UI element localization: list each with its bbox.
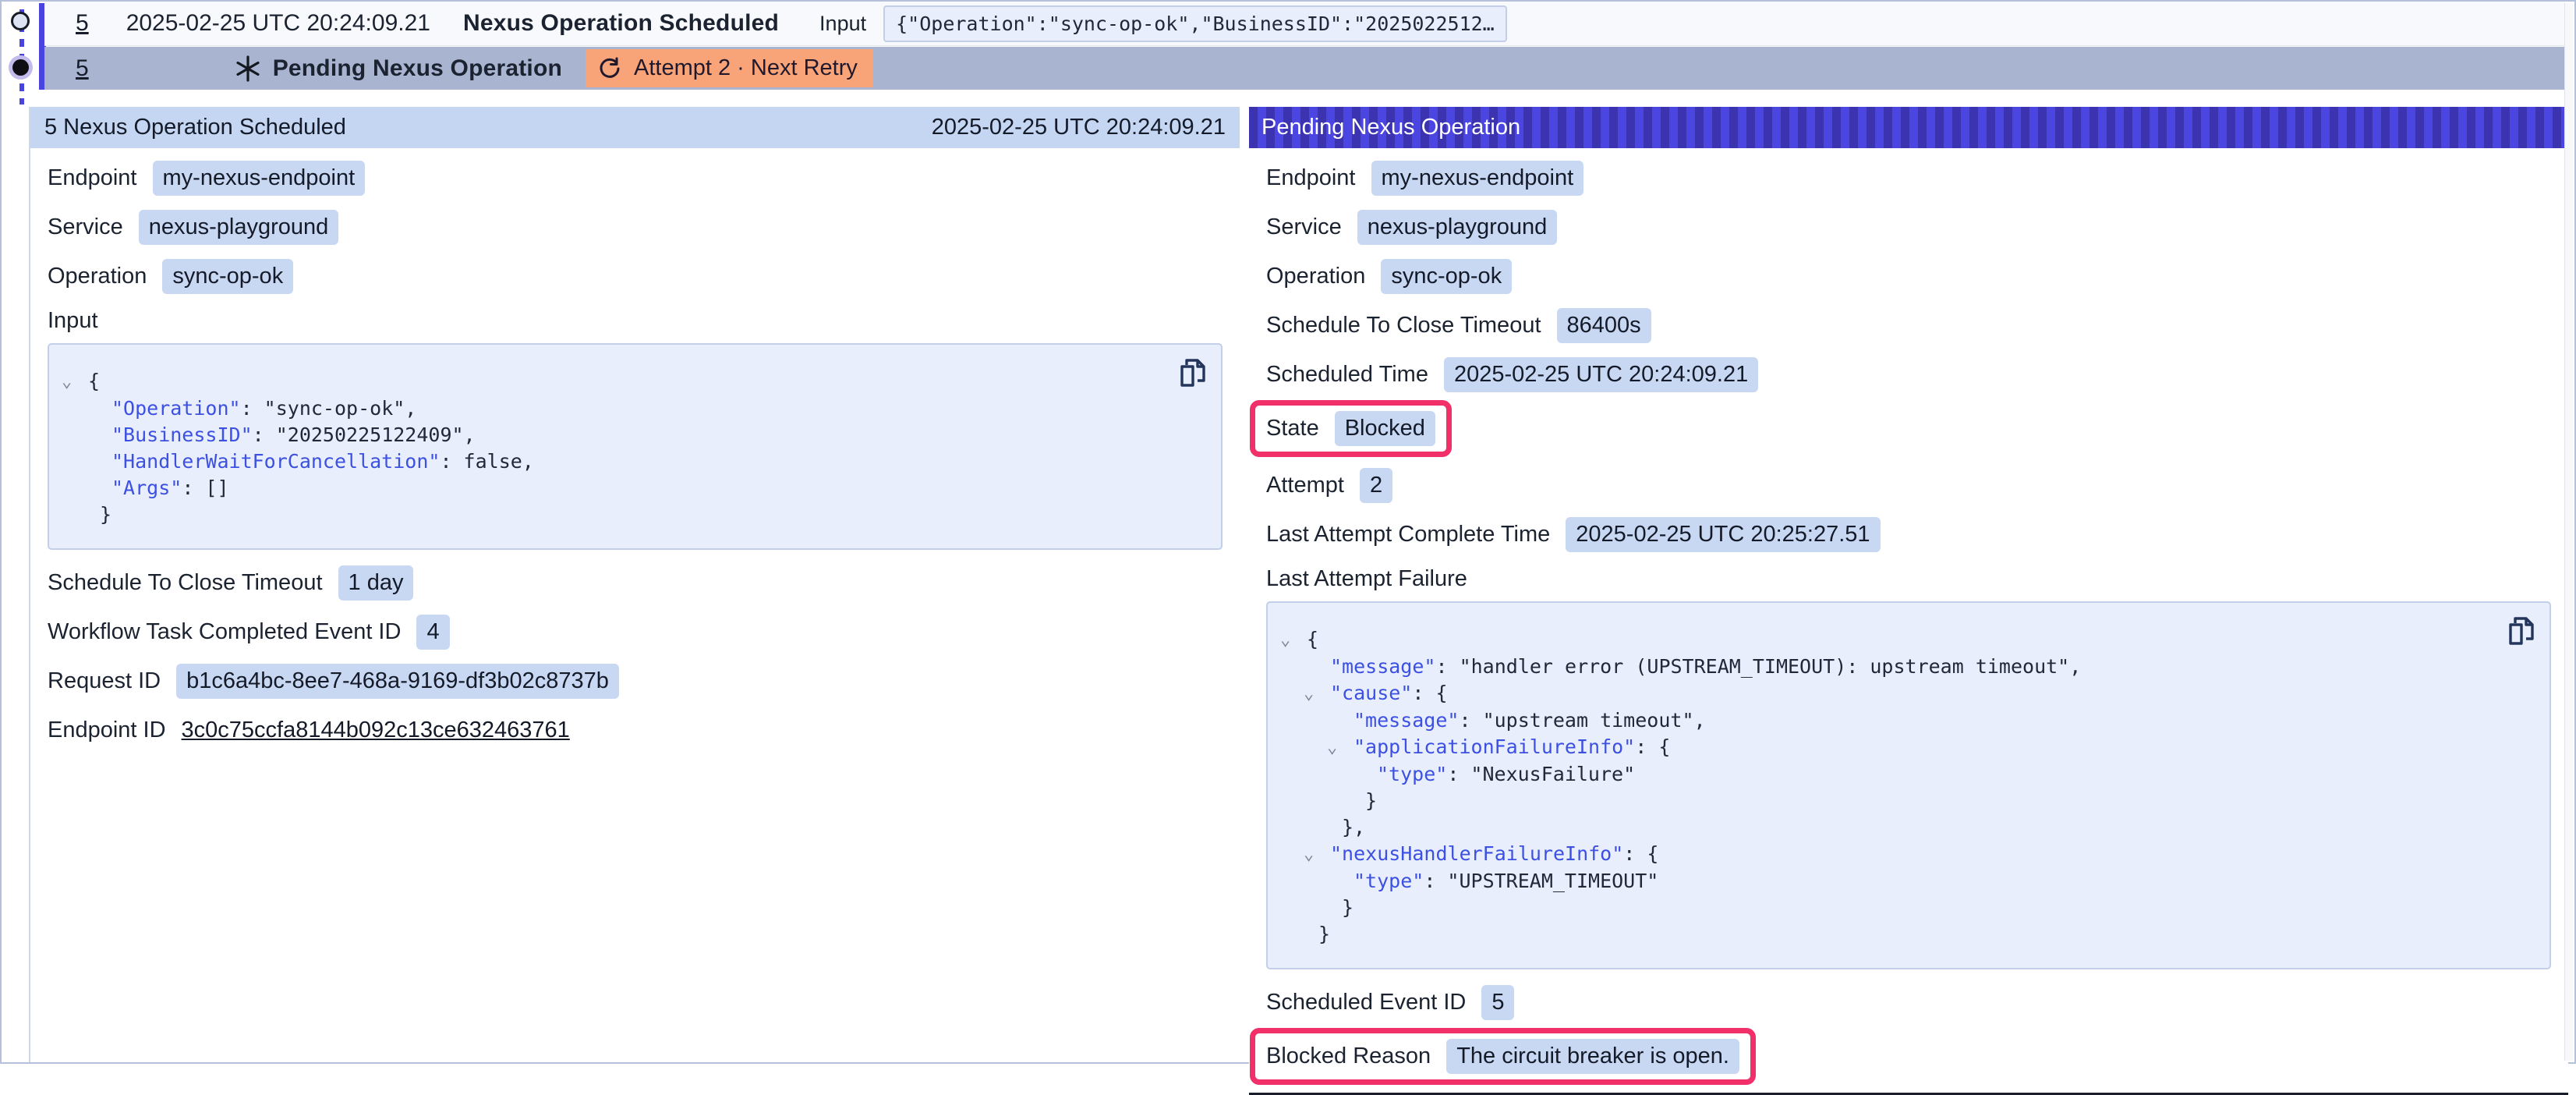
- scrollbar-track[interactable]: [2564, 3, 2573, 1061]
- field-service: Service nexus-playground: [48, 210, 1223, 245]
- field-value-chip: sync-op-ok: [162, 259, 293, 294]
- retry-status-badge: Attempt 2 · Next Retry: [586, 49, 873, 87]
- pending-operation-panel: Pending Nexus Operation Endpoint my-nexu…: [1249, 107, 2568, 1095]
- event-title: Pending Nexus Operation: [273, 55, 562, 82]
- event-row-scheduled[interactable]: 5 2025-02-25 UTC 20:24:09.21 Nexus Opera…: [44, 2, 2565, 46]
- field-label: Endpoint: [1266, 165, 1356, 191]
- field-label: Blocked Reason: [1266, 1044, 1431, 1069]
- copy-icon[interactable]: [2507, 615, 2535, 647]
- field-value-chip: nexus-playground: [1357, 210, 1558, 245]
- field-label: Scheduled Event ID: [1266, 990, 1466, 1015]
- input-json-viewer: ⌄{ "Operation": "sync-op-ok", "BusinessI…: [48, 343, 1223, 550]
- field-label: Service: [1266, 214, 1342, 240]
- field-state: State Blocked: [1266, 411, 1435, 446]
- retry-badge-label: Attempt 2 · Next Retry: [634, 55, 858, 81]
- field-operation: Operation sync-op-ok: [48, 259, 1223, 294]
- field-label: Attempt: [1266, 473, 1344, 498]
- timeline-gutter: [2, 2, 44, 111]
- scheduled-panel-title: 5 Nexus Operation Scheduled: [44, 115, 346, 140]
- field-endpoint: Endpoint my-nexus-endpoint: [48, 161, 1223, 196]
- field-label: Endpoint ID: [48, 718, 166, 743]
- field-label: Operation: [48, 264, 147, 289]
- state-annotation-highlight: State Blocked: [1250, 400, 1452, 457]
- chevron-down-icon[interactable]: ⌄: [1304, 684, 1314, 703]
- field-label: State: [1266, 416, 1319, 441]
- field-service: Service nexus-playground: [1266, 210, 2551, 245]
- chevron-down-icon[interactable]: ⌄: [1280, 630, 1290, 650]
- field-value-chip: sync-op-ok: [1381, 259, 1512, 294]
- nexus-asterisk-icon: [234, 55, 262, 83]
- field-request-id: Request ID b1c6a4bc-8ee7-468a-9169-df3b0…: [48, 664, 1223, 699]
- scheduled-event-panel: 5 Nexus Operation Scheduled 2025-02-25 U…: [29, 107, 1240, 1062]
- failure-json-viewer: ⌄{ "message": "handler error (UPSTREAM_T…: [1266, 601, 2551, 969]
- event-row-pending[interactable]: 5 Pending Nexus Operation Attempt 2 · Ne…: [44, 47, 2565, 90]
- retry-icon: [598, 57, 621, 80]
- scheduled-panel-header: 5 Nexus Operation Scheduled 2025-02-25 U…: [30, 107, 1240, 148]
- field-operation: Operation sync-op-ok: [1266, 259, 2551, 294]
- field-scheduled-event-id: Scheduled Event ID 5: [1266, 985, 2551, 1020]
- field-last-attempt-complete-time: Last Attempt Complete Time 2025-02-25 UT…: [1266, 517, 2551, 552]
- event-input-preview-chip: {"Operation":"sync-op-ok","BusinessID":"…: [883, 5, 1507, 42]
- state-value-chip: Blocked: [1335, 411, 1435, 446]
- pending-panel-title: Pending Nexus Operation: [1261, 115, 1520, 140]
- field-label: Scheduled Time: [1266, 362, 1428, 388]
- event-id-link[interactable]: 5: [76, 10, 89, 37]
- field-value-chip: my-nexus-endpoint: [1371, 161, 1584, 196]
- field-value-chip: 86400s: [1557, 308, 1651, 343]
- field-label: Request ID: [48, 668, 161, 694]
- scheduled-panel-time: 2025-02-25 UTC 20:24:09.21: [932, 115, 1226, 140]
- field-attempt: Attempt 2: [1266, 468, 2551, 503]
- field-label: Schedule To Close Timeout: [48, 570, 323, 596]
- endpoint-id-link[interactable]: 3c0c75ccfa8144b092c13ce632463761: [182, 718, 570, 743]
- event-id-link[interactable]: 5: [76, 55, 89, 82]
- pending-panel-header: Pending Nexus Operation: [1249, 107, 2568, 148]
- input-section-label: Input: [48, 308, 1223, 334]
- field-label: Endpoint: [48, 165, 137, 191]
- field-schedule-to-close-timeout: Schedule To Close Timeout 1 day: [48, 565, 1223, 601]
- field-schedule-to-close-timeout: Schedule To Close Timeout 86400s: [1266, 308, 2551, 343]
- chevron-down-icon[interactable]: ⌄: [62, 372, 72, 392]
- chevron-down-icon[interactable]: ⌄: [1304, 845, 1314, 864]
- event-history-page: 5 2025-02-25 UTC 20:24:09.21 Nexus Opera…: [0, 0, 2576, 1064]
- field-blocked-reason: Blocked Reason The circuit breaker is op…: [1266, 1039, 1739, 1074]
- field-label: Last Attempt Complete Time: [1266, 522, 1550, 548]
- event-timestamp: 2025-02-25 UTC 20:24:09.21: [126, 10, 430, 37]
- field-value-chip: 1 day: [338, 565, 414, 601]
- field-value-chip: 2025-02-25 UTC 20:25:27.51: [1566, 517, 1880, 552]
- field-value-chip: 5: [1481, 985, 1514, 1020]
- event-node-open-icon[interactable]: [11, 12, 30, 30]
- field-label: Operation: [1266, 264, 1365, 289]
- field-label: Schedule To Close Timeout: [1266, 313, 1541, 338]
- field-value-chip: my-nexus-endpoint: [153, 161, 366, 196]
- field-endpoint: Endpoint my-nexus-endpoint: [1266, 161, 2551, 196]
- copy-icon[interactable]: [1179, 357, 1207, 388]
- field-value-chip: b1c6a4bc-8ee7-468a-9169-df3b02c8737b: [176, 664, 619, 699]
- field-endpoint-id: Endpoint ID 3c0c75ccfa8144b092c13ce63246…: [48, 713, 1223, 747]
- field-value-chip: nexus-playground: [139, 210, 339, 245]
- field-workflow-task-completed-event-id: Workflow Task Completed Event ID 4: [48, 615, 1223, 650]
- failure-section-label: Last Attempt Failure: [1266, 566, 2551, 592]
- blocked-reason-annotation-highlight: Blocked Reason The circuit breaker is op…: [1250, 1028, 1756, 1085]
- field-label: Service: [48, 214, 123, 240]
- field-scheduled-time: Scheduled Time 2025-02-25 UTC 20:24:09.2…: [1266, 357, 2551, 392]
- blocked-reason-value-chip: The circuit breaker is open.: [1446, 1039, 1739, 1074]
- field-value-chip: 2025-02-25 UTC 20:24:09.21: [1444, 357, 1758, 392]
- field-value-chip: 4: [416, 615, 449, 650]
- chevron-down-icon[interactable]: ⌄: [1327, 738, 1337, 757]
- event-title: Nexus Operation Scheduled: [463, 10, 779, 37]
- field-value-chip: 2: [1360, 468, 1392, 503]
- event-input-label: Input: [819, 12, 866, 36]
- field-label: Workflow Task Completed Event ID: [48, 619, 401, 645]
- event-node-selected-icon[interactable]: [12, 59, 29, 76]
